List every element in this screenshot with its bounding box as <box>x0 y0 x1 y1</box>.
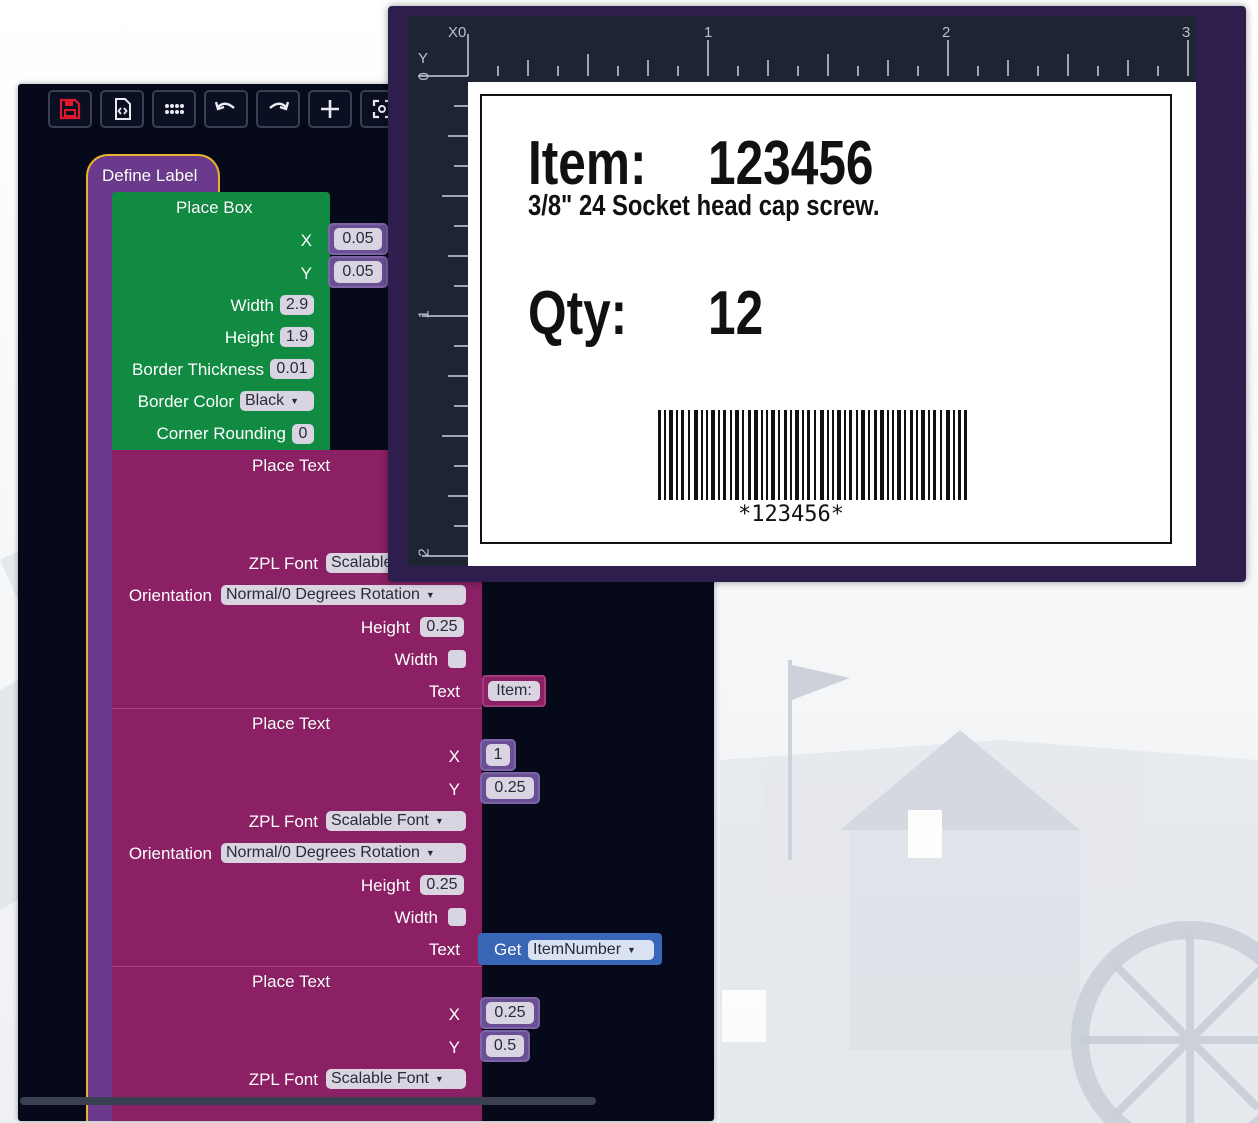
place-box-x-input[interactable]: 0.05 <box>334 228 382 250</box>
grid-button[interactable] <box>152 90 196 128</box>
save-icon <box>59 98 81 120</box>
place-text-3-zpl-font-dropdown[interactable]: Scalable Font ▼ <box>326 1069 466 1089</box>
place-text-2-text-label: Text <box>428 940 460 959</box>
label-qty-caption: Qty: <box>528 279 628 348</box>
chevron-down-icon: ▼ <box>434 816 444 826</box>
label-canvas: Item: 123456 3/8" 24 Socket head cap scr… <box>468 82 1196 566</box>
ruler-top-label: X0 <box>448 24 467 41</box>
barcode <box>658 410 967 500</box>
place-text-1-width-label: Width <box>394 650 438 669</box>
place-text-3-x-input[interactable]: 0.25 <box>486 1002 534 1024</box>
corner-rounding-input[interactable]: 0 <box>292 424 314 444</box>
place-box-title: Place Box <box>176 198 253 217</box>
place-text-3-y-input[interactable]: 0.5 <box>486 1035 524 1057</box>
chevron-down-icon: ▼ <box>425 590 435 600</box>
undo-button[interactable] <box>204 90 248 128</box>
ruler-left-label: 0 <box>415 72 433 81</box>
ruler-left-label: 1 <box>415 310 433 319</box>
ruler-left-label: Y <box>418 50 429 67</box>
get-label: Get <box>494 940 522 959</box>
place-text-3-zpl-font-label: ZPL Font <box>248 1070 318 1089</box>
redo-icon <box>269 101 290 111</box>
place-text-1-title: Place Text <box>252 456 331 475</box>
add-icon <box>321 100 339 118</box>
corner-rounding-label: Corner Rounding <box>156 424 286 443</box>
place-text-1-orientation-dropdown[interactable]: Normal/0 Degrees Rotation ▼ <box>221 585 466 605</box>
grid-dots-icon <box>165 104 184 114</box>
place-text-3-title: Place Text <box>252 972 331 991</box>
place-box-height-label: Height <box>224 328 274 347</box>
label-item-caption: Item: <box>528 129 647 198</box>
place-text-2-x-value-block[interactable]: 1 <box>480 739 516 771</box>
add-button[interactable] <box>308 90 352 128</box>
ruler-top-label: 2 <box>942 24 951 41</box>
place-text-1-width-checkbox[interactable] <box>448 650 466 668</box>
place-text-2-width-label: Width <box>394 908 438 927</box>
place-text-1-orientation-label: Orientation <box>128 586 212 605</box>
place-box-y-value-block[interactable]: 0.05 <box>328 256 388 288</box>
place-text-2-x-input[interactable]: 1 <box>486 744 510 766</box>
place-text-1-height-input[interactable]: 0.25 <box>420 617 464 637</box>
chevron-down-icon: ▼ <box>434 1074 444 1084</box>
save-button[interactable] <box>48 90 92 128</box>
place-text-3-y-value-block[interactable]: 0.5 <box>480 1030 530 1062</box>
redo-button[interactable] <box>256 90 300 128</box>
label-preview-window: X0 1 2 3 Y 0 1 2 Item: 123456 3/8" 24 So… <box>388 6 1246 582</box>
place-text-2-y-input[interactable]: 0.25 <box>486 777 534 799</box>
place-box-y-label: Y <box>300 264 312 283</box>
label-qty-value: 12 <box>708 279 764 348</box>
place-box-x-label: X <box>300 231 312 250</box>
place-text-2-height-label: Height <box>360 876 410 895</box>
place-text-1-height-label: Height <box>360 618 410 637</box>
place-text-2-height-input[interactable]: 0.25 <box>420 875 464 895</box>
place-text-3-y-label: Y <box>448 1038 460 1057</box>
ruler-top-label: 1 <box>704 24 713 41</box>
place-text-2-title: Place Text <box>252 714 331 733</box>
place-box-width-label: Width <box>230 296 274 315</box>
ruler-left-label: 2 <box>415 548 433 557</box>
place-text-3-x-label: X <box>448 1005 460 1024</box>
chevron-down-icon: ▼ <box>425 848 435 858</box>
chevron-down-icon: ▼ <box>627 945 636 955</box>
horizontal-scrollbar[interactable] <box>20 1097 596 1105</box>
define-label-title: Define Label <box>102 166 198 185</box>
label-item-number: 123456 <box>708 129 874 198</box>
export-code-icon <box>115 98 131 120</box>
label-description: 3/8" 24 Socket head cap screw. <box>528 190 880 222</box>
place-text-2-y-label: Y <box>448 780 460 799</box>
place-text-2-y-value-block[interactable]: 0.25 <box>480 772 540 804</box>
border-color-dropdown[interactable]: Black ▼ <box>240 391 314 411</box>
place-box-width-input[interactable]: 2.9 <box>280 295 314 315</box>
place-text-1-zpl-font-label: ZPL Font <box>248 554 318 573</box>
border-thickness-label: Border Thickness <box>132 360 264 379</box>
place-box-x-value-block[interactable]: 0.05 <box>328 223 388 255</box>
place-text-2-zpl-font-dropdown[interactable]: Scalable Font ▼ <box>326 811 466 831</box>
place-text-2-zpl-font-label: ZPL Font <box>248 812 318 831</box>
place-text-1-text-label: Text <box>428 682 460 701</box>
barcode-text: *123456* <box>738 502 844 527</box>
place-text-2-width-checkbox[interactable] <box>448 908 466 926</box>
border-thickness-input[interactable]: 0.01 <box>270 359 314 379</box>
place-text-2-orientation-label: Orientation <box>128 844 212 863</box>
place-text-2-x-label: X <box>448 747 460 766</box>
chevron-down-icon: ▼ <box>290 396 300 406</box>
place-text-2-orientation-dropdown[interactable]: Normal/0 Degrees Rotation ▼ <box>221 843 466 863</box>
place-text-1-text-input[interactable]: Item: <box>488 681 540 701</box>
ruler-top-label: 3 <box>1182 24 1191 41</box>
place-box-height-input[interactable]: 1.9 <box>280 327 314 347</box>
export-code-button[interactable] <box>100 90 144 128</box>
place-text-3-x-value-block[interactable]: 0.25 <box>480 997 540 1029</box>
place-box-y-input[interactable]: 0.05 <box>334 261 382 283</box>
get-variable-dropdown[interactable]: ItemNumber ▼ <box>528 940 654 960</box>
undo-icon <box>214 101 235 111</box>
border-color-label: Border Color <box>137 392 234 411</box>
